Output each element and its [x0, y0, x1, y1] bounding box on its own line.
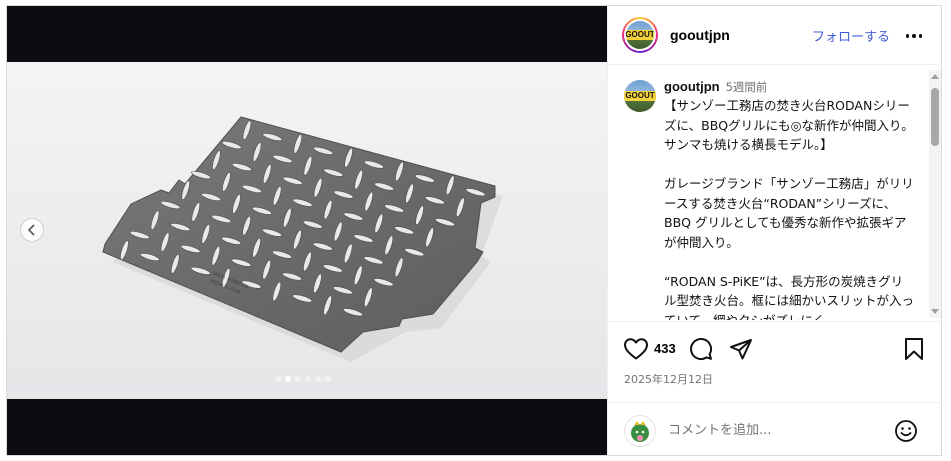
- heart-icon[interactable]: [623, 337, 649, 361]
- author-username[interactable]: gooutjpn: [670, 27, 730, 43]
- carousel-dot[interactable]: [295, 376, 301, 382]
- caption-paragraph: “RODAN S-PiKE”は、長方形の炭焼きグリル型焚き火台。框には細かいスリ…: [664, 273, 915, 321]
- bookmark-icon[interactable]: [904, 337, 924, 361]
- post-media: SANZO KOUMUTEN RODAN S-PiKE: [7, 6, 607, 455]
- grill-plate-image: SANZO KOUMUTEN RODAN S-PiKE: [7, 62, 607, 399]
- chevron-left-icon: [27, 224, 35, 236]
- carousel-dot[interactable]: [305, 376, 311, 382]
- carousel-dots: [275, 376, 331, 382]
- more-options-button[interactable]: [904, 26, 924, 46]
- post-header: GOOUT gooutjpn フォローする: [608, 6, 942, 65]
- like-count[interactable]: 433: [654, 341, 676, 356]
- scroll-up-arrow-icon[interactable]: [931, 74, 939, 79]
- comment-input[interactable]: [668, 420, 888, 440]
- post-caption: gooutjpn 5週間前 【サンゾー工務店の焚き火台RODANシリーズに、BBQ…: [664, 79, 914, 320]
- goout-logo: GOOUT: [626, 30, 654, 40]
- scroll-down-arrow-icon[interactable]: [931, 309, 939, 314]
- caption-paragraph: ガレージブランド「サンゾー工務店」がリリースする焚き火台“RODAN”シリーズに…: [664, 176, 914, 250]
- carousel-dot[interactable]: [315, 376, 321, 382]
- carousel-prev-button[interactable]: [20, 218, 44, 242]
- caption-author-avatar[interactable]: GOOUT: [624, 80, 656, 112]
- post-actions: 433 2025年12月12日: [608, 321, 942, 401]
- post-dialog: SANZO KOUMUTEN RODAN S-PiKE GOOUT gooutj…: [6, 5, 942, 456]
- add-comment-bar: [608, 402, 942, 455]
- carousel-dot[interactable]: [275, 376, 281, 382]
- current-user-avatar[interactable]: [624, 415, 656, 447]
- scrollbar-thumb[interactable]: [931, 88, 939, 146]
- caption-username[interactable]: gooutjpn: [664, 79, 720, 94]
- carousel-dot[interactable]: [285, 376, 291, 382]
- caption-timestamp[interactable]: 5週間前: [726, 80, 768, 94]
- comments-section[interactable]: GOOUT gooutjpn 5週間前 【サンゾー工務店の焚き火台RODANシリー…: [608, 66, 942, 320]
- more-horizontal-icon: [905, 34, 910, 38]
- comment-bubble-icon[interactable]: [689, 337, 713, 361]
- follow-button[interactable]: フォローする: [812, 26, 890, 45]
- smiley-icon[interactable]: [894, 419, 918, 443]
- post-photo: SANZO KOUMUTEN RODAN S-PiKE: [7, 62, 607, 399]
- user-avatar-icon: [631, 421, 649, 442]
- author-avatar[interactable]: GOOUT: [622, 17, 658, 53]
- paper-plane-icon[interactable]: [729, 337, 753, 361]
- post-sidebar: GOOUT gooutjpn フォローする GOOUT gooutjpn 5週間前…: [607, 6, 942, 455]
- comments-scrollbar[interactable]: [929, 70, 941, 318]
- carousel-dot[interactable]: [325, 376, 331, 382]
- post-date[interactable]: 2025年12月12日: [624, 371, 713, 387]
- caption-paragraph: 【サンゾー工務店の焚き火台RODANシリーズに、BBQグリルにも◎な新作が仲間入…: [664, 98, 914, 152]
